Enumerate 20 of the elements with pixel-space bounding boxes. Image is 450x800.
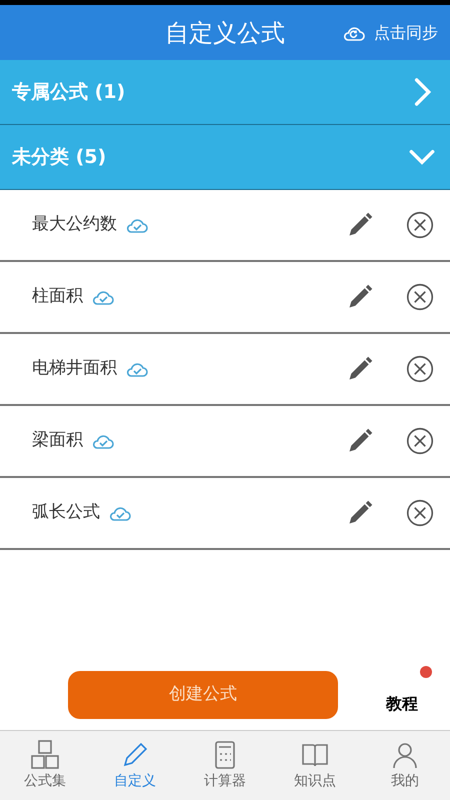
formula-name: 电梯井面积 bbox=[32, 357, 117, 380]
tutorial-link[interactable]: 教程 bbox=[386, 692, 418, 716]
formula-name: 最大公约数 bbox=[32, 213, 117, 236]
tab[interactable]: 自定义 bbox=[90, 731, 180, 800]
delete-icon[interactable] bbox=[406, 499, 434, 527]
delete-icon[interactable] bbox=[406, 427, 434, 455]
delete-icon[interactable] bbox=[406, 355, 434, 383]
delete-icon[interactable] bbox=[406, 211, 434, 239]
tab[interactable]: 公式集 bbox=[0, 731, 90, 800]
tab[interactable]: 知识点 bbox=[270, 731, 360, 800]
delete-icon[interactable] bbox=[406, 283, 434, 311]
tab[interactable]: 我的 bbox=[360, 731, 450, 800]
blocks-icon bbox=[29, 739, 61, 771]
formula-name: 梁面积 bbox=[32, 429, 83, 452]
tab[interactable]: 计算器 bbox=[180, 731, 270, 800]
create-formula-button[interactable]: 创建公式 bbox=[68, 671, 338, 719]
formula-name: 柱面积 bbox=[32, 285, 83, 308]
formula-name: 弧长公式 bbox=[32, 501, 100, 524]
page-title: 自定义公式 bbox=[165, 18, 285, 48]
sync-button[interactable]: 点击同步 bbox=[342, 20, 438, 44]
